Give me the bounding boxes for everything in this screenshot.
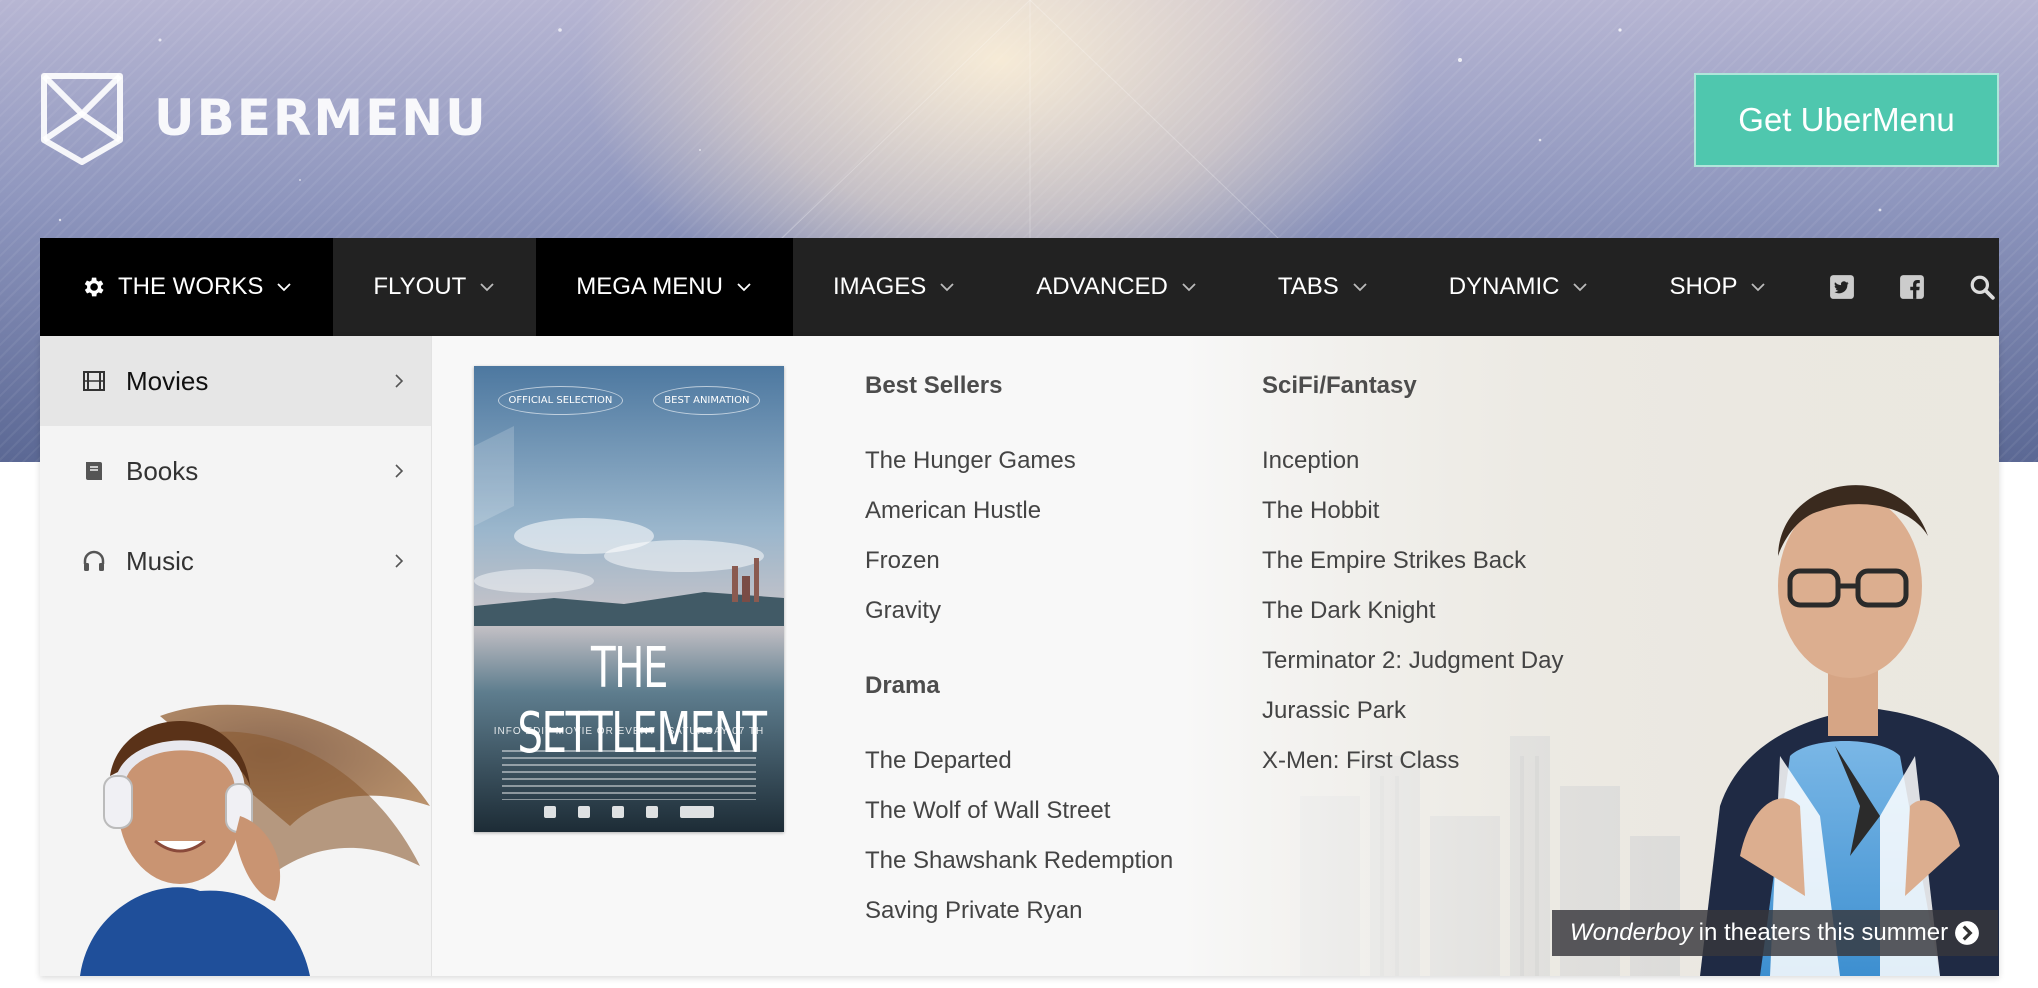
sidebar-item-music[interactable]: Music <box>40 516 431 606</box>
poster-laurel-official: OFFICIAL SELECTION <box>497 386 624 415</box>
twitter-icon <box>1830 275 1855 299</box>
mega-menu-panel: Movies Books Music OFFICIAL SELECTION BE… <box>40 336 1999 976</box>
menu-label: MEGA MENU <box>576 273 723 300</box>
facebook-icon <box>1900 275 1925 299</box>
column-best-sellers-drama: Best Sellers The Hunger Games American H… <box>865 366 1173 936</box>
menu-item-images[interactable]: IMAGES <box>793 238 996 336</box>
logo-text: UBERMENU <box>154 89 488 147</box>
search-icon <box>1971 275 1996 300</box>
menu-item-the-works[interactable]: THE WORKS <box>40 238 334 336</box>
panel-sidebar: Movies Books Music <box>40 336 432 976</box>
sidebar-item-label: Books <box>126 455 199 486</box>
menu-item-tabs[interactable]: TABS <box>1238 238 1409 336</box>
poster-title: THE SETTLEMENT <box>517 636 767 766</box>
link-the-hunger-games[interactable]: The Hunger Games <box>865 436 1173 486</box>
poster-subtitle: INFO EDIT MOVIE OR EVENT · SATURDAY 07 T… <box>493 726 765 737</box>
link-gravity[interactable]: Gravity <box>865 586 1173 636</box>
twitter-link[interactable] <box>1807 238 1877 336</box>
poster-social-icons <box>474 806 784 818</box>
menu-label: TABS <box>1277 273 1339 300</box>
link-the-hobbit[interactable]: The Hobbit <box>1262 486 1563 536</box>
link-inception[interactable]: Inception <box>1262 436 1563 486</box>
menu-label: IMAGES <box>832 273 927 300</box>
column-scifi-fantasy: SciFi/Fantasy Inception The Hobbit The E… <box>1262 366 1563 786</box>
sidebar-item-movies[interactable]: Movies <box>40 336 431 426</box>
link-the-empire-strikes-back[interactable]: The Empire Strikes Back <box>1262 536 1563 586</box>
gear-icon <box>84 277 104 297</box>
chevron-right-icon <box>395 554 404 568</box>
link-the-departed[interactable]: The Departed <box>865 736 1173 786</box>
chevron-down-icon <box>737 283 751 292</box>
chevron-down-icon <box>1751 283 1766 292</box>
main-menu-bar: THE WORKS FLYOUT MEGA MENU IMAGES ADVANC… <box>40 238 1999 336</box>
linkedin-icon <box>544 806 556 818</box>
menu-right-group: 1 <box>1807 238 2038 336</box>
chevron-down-icon <box>940 283 954 292</box>
chevron-down-icon <box>480 283 494 292</box>
link-the-dark-knight[interactable]: The Dark Knight <box>1262 586 1563 636</box>
facebook-icon <box>680 806 714 818</box>
chevron-down-icon <box>1573 283 1588 292</box>
link-terminator-2[interactable]: Terminator 2: Judgment Day <box>1262 636 1563 686</box>
logo[interactable]: UBERMENU <box>40 70 488 166</box>
column-heading-best-sellers: Best Sellers <box>865 372 1003 399</box>
chevron-down-icon <box>1182 283 1196 292</box>
film-icon <box>83 371 105 391</box>
wonderboy-caption-link[interactable]: Wonderboy in theaters this summer <box>1552 910 1998 956</box>
facebook-link[interactable] <box>1877 238 1947 336</box>
headphones-icon <box>83 550 105 571</box>
link-jurassic-park[interactable]: Jurassic Park <box>1262 686 1563 736</box>
menu-item-mega-menu[interactable]: MEGA MENU <box>536 238 793 336</box>
menu-item-dynamic[interactable]: DYNAMIC <box>1409 238 1630 336</box>
book-icon <box>86 462 102 480</box>
wordpress-icon <box>646 806 658 818</box>
sidebar-item-books[interactable]: Books <box>40 426 431 516</box>
sidebar-item-label: Music <box>126 545 194 576</box>
chevron-down-icon <box>277 283 291 292</box>
chevron-down-icon <box>1353 283 1367 292</box>
menu-label: DYNAMIC <box>1448 273 1560 300</box>
link-the-wolf-of-wall-street[interactable]: The Wolf of Wall Street <box>865 786 1173 836</box>
link-the-shawshank-redemption[interactable]: The Shawshank Redemption <box>865 836 1173 886</box>
menu-item-advanced[interactable]: ADVANCED <box>996 238 1238 336</box>
link-american-hustle[interactable]: American Hustle <box>865 486 1173 536</box>
poster-laurel-best: BEST ANIMATION <box>653 386 761 415</box>
link-x-men-first-class[interactable]: X-Men: First Class <box>1262 736 1563 786</box>
column-heading-scifi-fantasy: SciFi/Fantasy <box>1262 372 1417 399</box>
chevron-right-icon <box>395 464 404 478</box>
ubermenu-logo-icon <box>41 73 123 165</box>
sidebar-item-label: Movies <box>126 365 209 396</box>
music-promo-image <box>40 676 432 976</box>
menu-label: FLYOUT <box>373 273 467 300</box>
link-frozen[interactable]: Frozen <box>865 536 1173 586</box>
get-ubermenu-button[interactable]: Get UberMenu <box>1694 73 1999 167</box>
menu-label: ADVANCED <box>1036 273 1168 300</box>
arrow-circle-right-icon <box>1955 921 1979 945</box>
menu-item-flyout[interactable]: FLYOUT <box>333 238 536 336</box>
caption-emphasis: Wonderboy <box>1569 919 1693 946</box>
search-button[interactable] <box>1947 238 2017 336</box>
dribbble-icon <box>612 806 624 818</box>
chevron-right-icon <box>395 374 404 388</box>
twitter-icon <box>578 806 590 818</box>
menu-label: THE WORKS <box>118 273 264 300</box>
poster-credits <box>502 750 756 800</box>
poster-laurels: OFFICIAL SELECTION BEST ANIMATION <box>474 386 784 415</box>
caption-text: in theaters this summer <box>1698 919 1949 946</box>
link-saving-private-ryan[interactable]: Saving Private Ryan <box>865 886 1173 936</box>
column-heading-drama: Drama <box>865 672 940 699</box>
menu-label: SHOP <box>1669 273 1738 300</box>
movie-poster[interactable]: OFFICIAL SELECTION BEST ANIMATION THE SE… <box>474 366 784 832</box>
menu-item-shop[interactable]: SHOP <box>1629 238 1807 336</box>
